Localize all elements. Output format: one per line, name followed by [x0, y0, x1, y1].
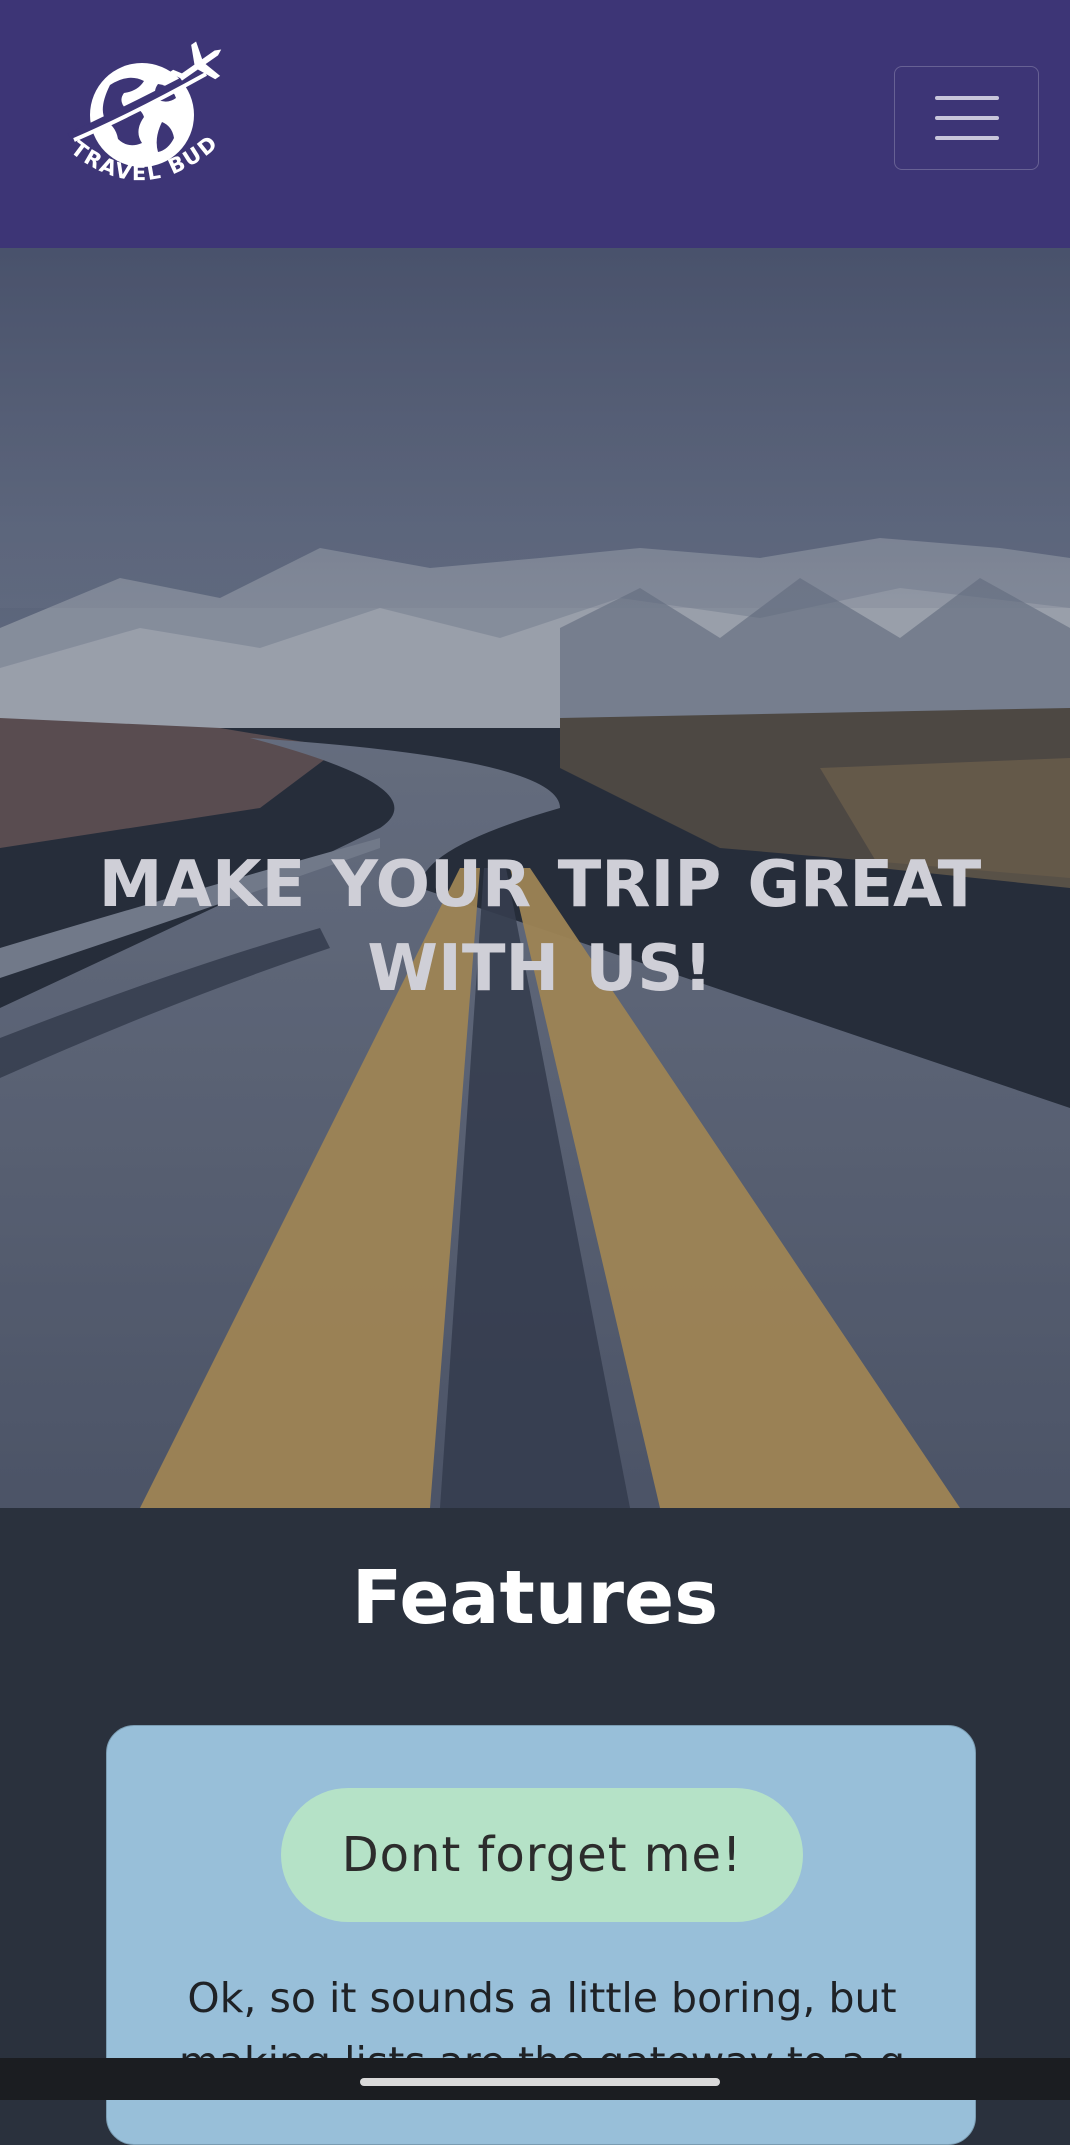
navbar: TRAVEL BUDDY [0, 0, 1070, 248]
hero-headline: MAKE YOUR TRIP GREAT WITH US! [98, 848, 982, 1006]
hero-section: MAKE YOUR TRIP GREAT WITH US! [0, 248, 1070, 1508]
home-indicator[interactable] [360, 2078, 720, 2086]
travel-buddy-logo[interactable]: TRAVEL BUDDY [50, 40, 245, 205]
globe-airplane-icon: TRAVEL BUDDY [50, 40, 222, 185]
hamburger-icon [934, 96, 999, 140]
features-title: Features [351, 1555, 719, 1641]
feature-badge: Dont forget me! [281, 1788, 803, 1922]
menu-toggle-button[interactable] [894, 66, 1039, 170]
